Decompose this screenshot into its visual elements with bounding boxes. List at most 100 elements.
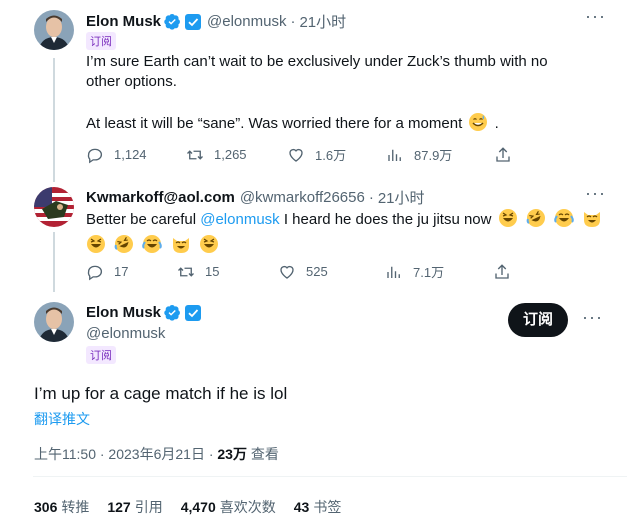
views-total: 23万 xyxy=(217,446,247,462)
views-label: 查看 xyxy=(246,446,279,462)
retweet-icon xyxy=(178,266,194,277)
rofl-emoji-icon xyxy=(114,235,134,253)
grinning-squint-emoji-icon xyxy=(87,235,105,253)
more-options-icon[interactable]: ··· xyxy=(585,6,606,27)
author-handle[interactable]: @elonmusk xyxy=(86,325,165,342)
tweet-text-segment: . xyxy=(494,115,499,132)
like-count: 1.6万 xyxy=(315,148,347,163)
tweet-text: Better be careful @elonmusk I heard he d… xyxy=(86,208,611,256)
avatar[interactable] xyxy=(34,302,74,342)
author-name[interactable]: Kwmarkoff@aol.com xyxy=(86,189,235,206)
views-chart-icon xyxy=(388,149,401,161)
tweet-text-line: other options. xyxy=(86,73,177,90)
tweet-text-line: At least it will be “sane”. Was worried … xyxy=(86,112,606,134)
stat-value: 4,470 xyxy=(180,499,216,515)
tweet-text: I’m sure Earth can’t wait to be exclusiv… xyxy=(86,52,606,134)
stat-value: 43 xyxy=(293,499,310,515)
stat-value: 306 xyxy=(34,499,58,515)
stat-bookmarks[interactable]: 43 书签 xyxy=(294,497,342,517)
reply-count: 17 xyxy=(114,264,129,279)
reply-button[interactable]: 17 xyxy=(86,262,177,281)
like-button[interactable]: 1.6万 xyxy=(287,145,386,164)
views-chart-icon xyxy=(387,266,400,278)
avatar[interactable] xyxy=(34,10,74,50)
reply-count: 1,124 xyxy=(114,147,147,162)
tweet-header: Elon Musk xyxy=(86,304,202,321)
thread-line xyxy=(53,58,55,182)
tweet-actions: 1,124 1,265 1.6万 87.9万 xyxy=(86,145,522,164)
stat-value: 127 xyxy=(107,499,131,515)
author-name[interactable]: Elon Musk xyxy=(86,13,161,30)
tweet-text-line: I’m sure Earth can’t wait to be exclusiv… xyxy=(86,53,548,70)
tweet-actions: 17 15 525 7.1万 xyxy=(86,262,521,281)
views-button[interactable]: 7.1万 xyxy=(385,262,493,281)
engagement-stats: 306 转推 127 引用 4,470 喜欢次数 43 书签 xyxy=(34,497,359,517)
stat-likes[interactable]: 4,470 喜欢次数 xyxy=(181,497,276,517)
stat-label: 书签 xyxy=(313,499,342,515)
translate-link[interactable]: 翻译推文 xyxy=(34,409,90,429)
verified-badge-icon xyxy=(164,14,180,30)
share-icon xyxy=(496,146,510,162)
stat-quotes[interactable]: 127 引用 xyxy=(107,497,162,517)
share-button[interactable] xyxy=(494,145,522,164)
subscriber-tag: 订阅 xyxy=(86,32,116,50)
view-count: 7.1万 xyxy=(413,265,445,280)
thread-line xyxy=(53,232,55,292)
tweet-time[interactable]: 21小时 xyxy=(299,11,346,32)
more-options-icon[interactable]: ··· xyxy=(582,307,603,328)
stat-label: 引用 xyxy=(134,499,163,515)
joy-emoji-icon xyxy=(142,235,163,253)
tweet-text-segment: I heard he does the ju jitsu now xyxy=(279,211,492,228)
tweet-text-segment: Better be careful xyxy=(86,211,201,228)
retweet-count: 15 xyxy=(205,264,220,279)
subscribe-button[interactable]: 订阅 xyxy=(508,303,568,337)
author-handle[interactable]: @elonmusk xyxy=(207,13,286,30)
divider xyxy=(33,476,627,477)
reply-icon xyxy=(87,265,103,280)
share-button[interactable] xyxy=(493,262,521,281)
tweet-text-line xyxy=(86,234,611,256)
author-name[interactable]: Elon Musk xyxy=(86,304,161,321)
view-count: 87.9万 xyxy=(414,148,453,163)
avatar[interactable] xyxy=(34,187,74,227)
heart-icon xyxy=(289,148,303,162)
tweet-text-line: Better be careful @elonmusk I heard he d… xyxy=(86,208,611,230)
tweet-meta: 上午11:50 · 2023年6月21日 · 23万 查看 xyxy=(34,444,279,464)
tweet-header: Kwmarkoff@aol.com @kwmarkoff26656 · 21小时 xyxy=(86,187,425,208)
like-button[interactable]: 525 xyxy=(278,262,385,281)
separator-dot: · xyxy=(290,13,296,30)
share-icon xyxy=(495,263,509,279)
heart-icon xyxy=(280,265,294,279)
rofl-emoji-icon xyxy=(526,209,545,227)
grinning-squint-emoji-icon xyxy=(199,235,218,253)
more-options-icon[interactable]: ··· xyxy=(585,183,606,204)
tweet-time[interactable]: 21小时 xyxy=(378,187,425,208)
reply-button[interactable]: 1,124 xyxy=(86,145,186,164)
views-button[interactable]: 87.9万 xyxy=(386,145,494,164)
like-count: 525 xyxy=(306,264,328,279)
stat-retweets[interactable]: 306 转推 xyxy=(34,497,89,517)
main-tweet-text: I’m up for a cage match if he is lol xyxy=(34,384,288,403)
mention-link[interactable]: @elonmusk xyxy=(200,211,279,228)
author-handle[interactable]: @kwmarkoff26656 xyxy=(240,189,365,206)
timestamp[interactable]: 上午11:50 · 2023年6月21日 · xyxy=(34,446,217,462)
subscriber-tag: 订阅 xyxy=(86,346,116,364)
separator-dot: · xyxy=(368,189,374,206)
handle-row: @elonmusk xyxy=(86,325,165,342)
tweet-text-segment: At least it will be “sane”. Was worried … xyxy=(86,115,463,132)
affiliate-badge-icon xyxy=(185,13,202,30)
sweat-smile-emoji-icon xyxy=(469,113,488,131)
affiliate-badge-icon xyxy=(185,304,202,321)
grinning-squint-emoji-icon xyxy=(498,209,517,227)
cat-joy-emoji-icon xyxy=(172,238,189,253)
stat-label: 转推 xyxy=(61,499,90,515)
stat-label: 喜欢次数 xyxy=(219,499,276,515)
cat-joy-emoji-icon xyxy=(584,212,601,227)
verified-badge-icon xyxy=(164,305,180,321)
retweet-icon xyxy=(187,149,203,160)
reply-icon xyxy=(87,148,103,163)
retweet-button[interactable]: 1,265 xyxy=(186,145,287,164)
tweet-header: Elon Musk @elonmusk · 21小时 xyxy=(86,11,346,32)
retweet-button[interactable]: 15 xyxy=(177,262,278,281)
joy-emoji-icon xyxy=(554,209,574,227)
